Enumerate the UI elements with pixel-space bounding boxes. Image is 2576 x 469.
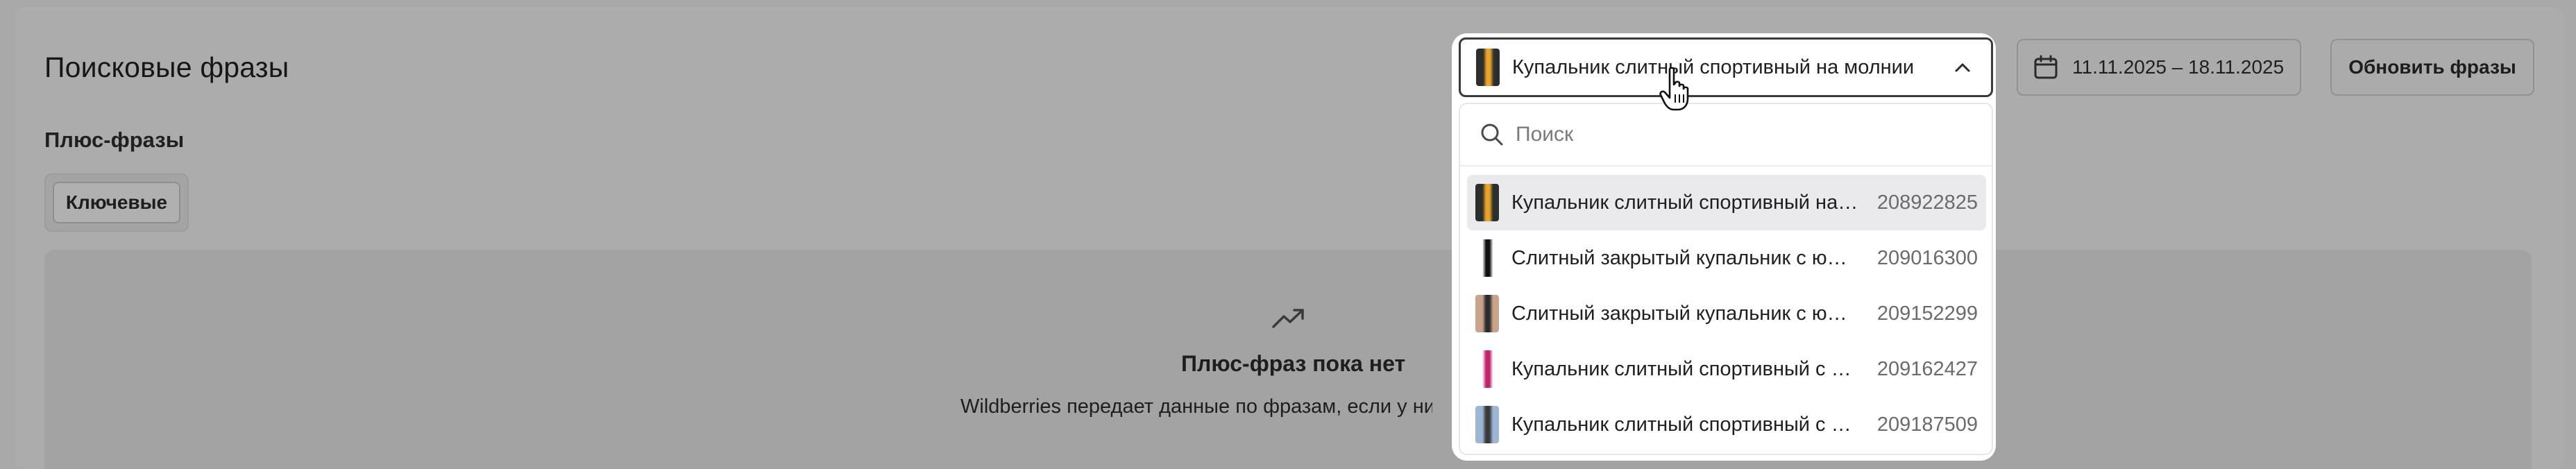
phrase-type-tabs: Ключевые [44, 173, 189, 232]
product-option[interactable]: Купальник слитный спортивный с шортами 20… [1467, 397, 1986, 452]
product-selector: Купальник слитный спортивный на молнии К… [1452, 33, 1996, 461]
product-option-name: Купальник слитный спортивный на молнии [1511, 191, 1858, 214]
product-option-name: Слитный закрытый купальник с юбкой [1511, 246, 1858, 269]
refresh-phrases-button[interactable]: Обновить фразы [2330, 39, 2534, 96]
product-option[interactable]: Купальник слитный спортивный с шортами 20… [1467, 341, 1986, 397]
selected-product-label: Купальник слитный спортивный на молнии [1512, 56, 1915, 78]
product-thumbnail [1475, 350, 1499, 388]
hand-cursor-icon [1659, 67, 1689, 111]
product-option-id: 209152299 [1876, 302, 1978, 325]
trending-up-icon [1272, 309, 1304, 328]
product-options-list: Купальник слитный спортивный на молнии 20… [1467, 175, 1986, 452]
empty-state-description: Wildberries передает данные по фразам, е… [960, 395, 1432, 418]
dropdown-search [1460, 104, 1992, 167]
product-option-name: Слитный закрытый купальник с юбкой [1511, 302, 1858, 325]
search-input[interactable] [1516, 123, 1932, 146]
product-option-name: Купальник слитный спортивный с шортами [1511, 413, 1858, 436]
chevron-up-icon [1955, 63, 1970, 72]
product-option[interactable]: Слитный закрытый купальник с юбкой 209152… [1467, 286, 1986, 341]
section-title-plus-phrases: Плюс-фразы [44, 128, 185, 152]
product-option-id: 209162427 [1876, 357, 1978, 380]
product-dropdown: Купальник слитный спортивный на молнии 20… [1459, 103, 1993, 455]
product-option[interactable]: Купальник слитный спортивный на молнии 20… [1467, 175, 1986, 230]
product-thumbnail [1475, 184, 1499, 221]
product-option-id: 209016300 [1876, 246, 1978, 269]
product-thumbnail [1475, 239, 1499, 277]
product-option-id: 208922825 [1876, 191, 1978, 214]
product-option-id: 209187509 [1876, 413, 1978, 436]
product-thumbnail [1475, 295, 1499, 332]
selected-product-thumbnail [1476, 49, 1500, 86]
product-thumbnail [1475, 406, 1499, 443]
date-range-button[interactable]: 11.11.2025 – 18.11.2025 [2017, 39, 2301, 96]
product-option-name: Купальник слитный спортивный с шортами [1511, 357, 1858, 380]
page-title: Поисковые фразы [44, 51, 289, 83]
page-background: Поисковые фразы Плюс-фразы Ключевые Плюс… [0, 0, 2576, 469]
date-range-label: 11.11.2025 – 18.11.2025 [2072, 56, 2285, 78]
empty-state-title: Плюс-фраз пока нет [1181, 351, 1406, 376]
product-option[interactable]: Слитный закрытый купальник с юбкой 209016… [1467, 230, 1986, 286]
product-select-trigger[interactable]: Купальник слитный спортивный на молнии [1459, 37, 1993, 97]
tab-key-phrases[interactable]: Ключевые [53, 182, 180, 223]
calendar-icon [2034, 55, 2058, 79]
search-icon [1481, 123, 1503, 146]
